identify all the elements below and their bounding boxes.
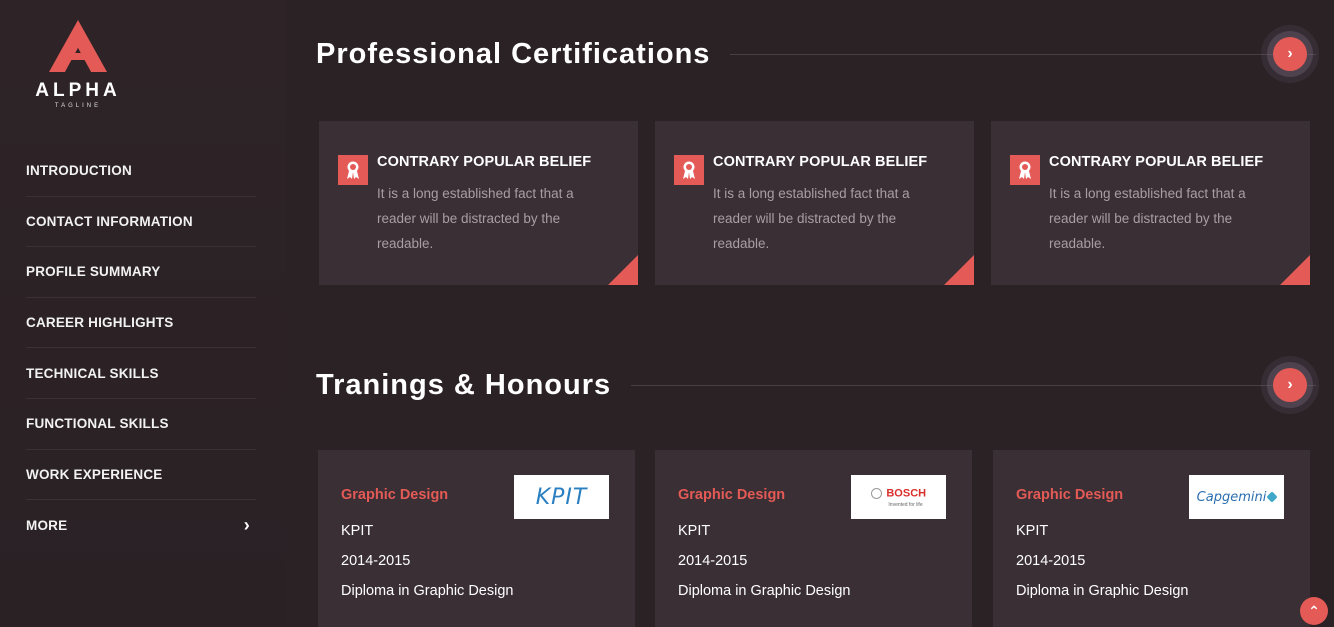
certification-card[interactable]: CONTRARY POPULAR BELIEF It is a long est…: [655, 121, 974, 285]
training-card[interactable]: Graphic Design Capgemini KPIT 2014-2015 …: [993, 450, 1310, 627]
logo-text: BOSCH: [886, 487, 927, 500]
certification-title: CONTRARY POPULAR BELIEF: [1049, 154, 1264, 170]
nav-item-technical-skills[interactable]: TECHNICAL SKILLS: [26, 348, 256, 399]
training-title: Graphic Design: [341, 487, 449, 503]
training-degree: Diploma in Graphic Design: [341, 583, 514, 599]
brand-logo[interactable]: ALPHA TAGLINE: [30, 18, 126, 118]
certification-description: It is a long established fact that a rea…: [1049, 186, 1246, 251]
award-icon: [338, 155, 368, 185]
nav-item-label: MORE: [26, 517, 68, 533]
brand-name: ALPHA: [35, 80, 121, 101]
certification-card[interactable]: CONTRARY POPULAR BELIEF It is a long est…: [319, 121, 638, 285]
sidebar: ALPHA TAGLINE INTRODUCTION CONTACT INFOR…: [0, 0, 286, 627]
training-title: Graphic Design: [678, 487, 786, 503]
section-divider: [631, 384, 1316, 386]
nav-item-label: PROFILE SUMMARY: [26, 264, 161, 280]
alpha-logo-icon: [49, 20, 107, 72]
chevron-up-icon: ⌃: [1308, 602, 1320, 619]
training-years: 2014-2015: [1016, 553, 1086, 569]
capgemini-spade-icon: [1266, 491, 1278, 503]
nav-item-label: WORK EXPERIENCE: [26, 466, 163, 482]
section-divider: [730, 53, 1316, 55]
logo-text: KPIT: [535, 484, 588, 510]
nav-item-label: CONTACT INFORMATION: [26, 213, 193, 229]
logo-subtext: Invented for life: [888, 502, 923, 508]
certifications-title: Professional Certifications: [316, 37, 711, 70]
award-icon: [1010, 155, 1040, 185]
training-title: Graphic Design: [1016, 487, 1124, 503]
certification-description: It is a long established fact that a rea…: [377, 186, 574, 251]
nav-item-career-highlights[interactable]: CAREER HIGHLIGHTS: [26, 298, 256, 349]
certifications-next-button[interactable]: ›: [1273, 37, 1307, 71]
award-icon: [674, 155, 704, 185]
certification-description: It is a long established fact that a rea…: [713, 186, 910, 251]
corner-accent: [944, 255, 974, 285]
training-company: KPIT: [678, 523, 711, 539]
nav-item-label: CAREER HIGHLIGHTS: [26, 315, 174, 331]
nav-item-profile-summary[interactable]: PROFILE SUMMARY: [26, 247, 256, 298]
logo-text: Capgemini: [1196, 489, 1267, 505]
chevron-right-icon: ›: [1287, 45, 1293, 62]
trainings-title: Tranings & Honours: [316, 368, 612, 401]
certification-title: CONTRARY POPULAR BELIEF: [713, 154, 928, 170]
trainings-header: Tranings & Honours: [316, 355, 1316, 415]
nav-item-work-experience[interactable]: WORK EXPERIENCE: [26, 450, 256, 501]
training-degree: Diploma in Graphic Design: [678, 583, 851, 599]
nav-item-label: TECHNICAL SKILLS: [26, 365, 159, 381]
chevron-right-icon: ›: [243, 514, 250, 535]
training-degree: Diploma in Graphic Design: [1016, 583, 1189, 599]
company-logo-kpit: KPIT: [514, 475, 609, 519]
training-years: 2014-2015: [341, 553, 411, 569]
training-company: KPIT: [1016, 523, 1049, 539]
corner-accent: [1280, 255, 1310, 285]
nav-item-label: INTRODUCTION: [26, 163, 132, 179]
scroll-to-top-button[interactable]: ⌃: [1300, 597, 1328, 625]
bosch-ring-icon: [870, 488, 882, 500]
certification-card[interactable]: CONTRARY POPULAR BELIEF It is a long est…: [991, 121, 1310, 285]
company-logo-capgemini: Capgemini: [1189, 475, 1284, 519]
training-company: KPIT: [341, 523, 374, 539]
corner-accent: [608, 255, 638, 285]
nav-item-introduction[interactable]: INTRODUCTION: [26, 146, 256, 197]
training-card[interactable]: Graphic Design BOSCH Invented for life K…: [655, 450, 972, 627]
nav-item-label: FUNCTIONAL SKILLS: [26, 416, 169, 432]
chevron-right-icon: ›: [1287, 376, 1293, 393]
nav-item-contact-information[interactable]: CONTACT INFORMATION: [26, 197, 256, 248]
main-content: Professional Certifications › CONTRARY P…: [286, 0, 1334, 627]
training-card[interactable]: Graphic Design KPIT KPIT 2014-2015 Diplo…: [318, 450, 635, 627]
training-years: 2014-2015: [678, 553, 748, 569]
nav-item-more[interactable]: MORE ›: [26, 500, 256, 551]
certification-title: CONTRARY POPULAR BELIEF: [377, 154, 592, 170]
trainings-next-button[interactable]: ›: [1273, 368, 1307, 402]
brand-tagline: TAGLINE: [54, 103, 102, 109]
sidebar-nav: INTRODUCTION CONTACT INFORMATION PROFILE…: [26, 146, 256, 551]
nav-item-functional-skills[interactable]: FUNCTIONAL SKILLS: [26, 399, 256, 450]
company-logo-bosch: BOSCH Invented for life: [851, 475, 946, 519]
certifications-header: Professional Certifications: [316, 24, 1316, 84]
